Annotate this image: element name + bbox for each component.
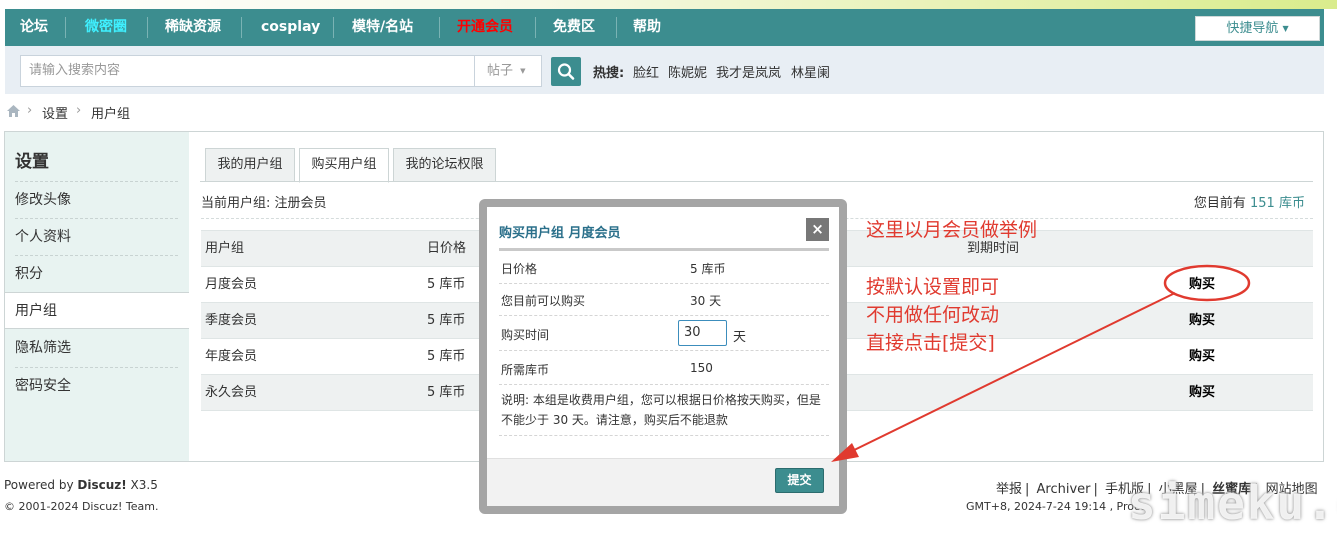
annotation-arrow-line	[843, 292, 1176, 456]
annotation-overlay	[831, 264, 1251, 462]
watermark: simeku.cn	[1128, 476, 1337, 530]
annotation-arrow-head	[831, 443, 859, 462]
annotation-circle	[1163, 264, 1251, 302]
